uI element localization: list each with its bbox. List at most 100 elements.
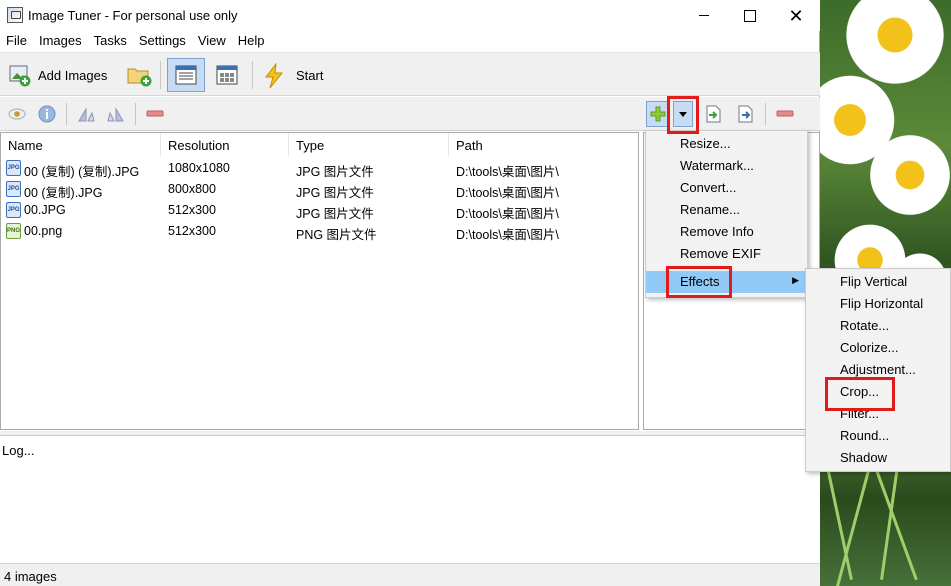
rotate-right-button[interactable] [106,104,126,124]
file-path: D:\tools\桌面\图片\ [456,207,559,221]
add-folder-icon [126,63,152,87]
menu-view[interactable]: View [192,31,232,51]
jpg-file-icon: JPG [6,181,21,197]
app-icon [7,7,23,23]
remove-task-button[interactable] [775,104,795,124]
eye-icon [8,108,26,120]
import-task-button[interactable] [703,104,723,124]
minus-icon [146,110,164,117]
menu-tasks[interactable]: Tasks [88,31,133,51]
file-name: 00 (复制).JPG [24,186,103,200]
menu-item-watermark[interactable]: Watermark... [646,155,807,177]
png-file-icon: PNG [6,223,21,239]
menu-item-resize[interactable]: Resize... [646,133,807,155]
image-count: 4 images [4,569,57,584]
menu-item-remove-exif[interactable]: Remove EXIF [646,243,807,265]
start-button[interactable]: Start [262,58,323,92]
file-path: D:\tools\桌面\图片\ [456,165,559,179]
menu-item-remove-info[interactable]: Remove Info [646,221,807,243]
menu-item-adjustment[interactable]: Adjustment... [806,359,950,381]
column-header-resolution[interactable]: Resolution [161,133,289,157]
add-folder-button[interactable] [126,58,152,92]
info-button[interactable] [37,104,57,124]
toolbar-separator [160,61,161,89]
menu-item-shadow[interactable]: Shadow [806,447,950,469]
menu-file[interactable]: File [0,31,33,51]
menu-item-effects-label: Effects [680,274,720,289]
file-name: 00.png [24,224,63,238]
menu-item-rename[interactable]: Rename... [646,199,807,221]
table-row[interactable]: JPG 00 (复制) (复制).JPG 1080x1080 JPG 图片文件 … [1,158,638,179]
table-row[interactable]: JPG 00 (复制).JPG 800x800 JPG 图片文件 D:\tool… [1,179,638,200]
column-header-path[interactable]: Path [449,133,638,157]
image-toolbar [0,97,820,131]
remove-image-button[interactable] [145,104,165,124]
daisy-flower [865,130,951,220]
menu-item-effects[interactable]: Effects ▶ [646,271,807,293]
menu-item-colorize[interactable]: Colorize... [806,337,950,359]
file-resolution: 512x300 [168,224,216,238]
list-view-toggle[interactable] [167,58,205,92]
menu-item-crop[interactable]: Crop... [806,381,950,403]
import-icon [706,105,721,123]
table-row[interactable]: PNG 00.png 512x300 PNG 图片文件 D:\tools\桌面\… [1,221,638,242]
add-task-menu: Resize... Watermark... Convert... Rename… [645,130,808,298]
preview-button[interactable] [7,104,27,124]
add-task-dropdown-button[interactable] [673,101,693,127]
menu-item-filter[interactable]: Filter... [806,403,950,425]
minimize-button[interactable] [681,0,727,31]
export-task-button[interactable] [735,104,755,124]
jpg-file-icon: JPG [6,160,21,176]
file-type: JPG 图片文件 [296,165,374,179]
window-title: Image Tuner - For personal use only [28,8,238,23]
thumbnail-view-toggle[interactable] [208,58,246,92]
title-bar: Image Tuner - For personal use only ✕ [0,0,820,31]
file-name: 00 (复制) (复制).JPG [24,165,140,179]
start-label: Start [296,67,324,83]
rotate-left-icon [78,107,95,122]
file-type: JPG 图片文件 [296,186,374,200]
main-toolbar: Add Images Start [0,52,820,96]
menu-item-round[interactable]: Round... [806,425,950,447]
lightning-icon [262,62,286,89]
menu-bar: File Images Tasks Settings View Help [0,31,820,51]
file-resolution: 800x800 [168,182,216,196]
log-text: Log... [2,443,35,458]
column-header-name[interactable]: Name [1,133,161,157]
image-file-list[interactable]: Name Resolution Type Path JPG 00 (复制) (复… [0,132,639,430]
toolbar-separator [765,103,766,125]
info-icon [38,105,56,123]
menu-help[interactable]: Help [232,31,271,51]
table-row[interactable]: JPG 00.JPG 512x300 JPG 图片文件 D:\tools\桌面\… [1,200,638,221]
close-button[interactable]: ✕ [773,0,819,31]
status-bar: 4 images [0,563,820,586]
column-header-type[interactable]: Type [289,133,449,157]
jpg-file-icon: JPG [6,202,21,218]
plus-icon [650,106,666,122]
menu-item-convert[interactable]: Convert... [646,177,807,199]
dropdown-arrow-icon [679,111,687,117]
menu-item-flip-horizontal[interactable]: Flip Horizontal [806,293,950,315]
submenu-arrow-icon: ▶ [792,275,799,285]
menu-item-rotate[interactable]: Rotate... [806,315,950,337]
add-task-button[interactable] [646,101,670,127]
file-name: 00.JPG [24,203,66,217]
menu-item-flip-vertical[interactable]: Flip Vertical [806,271,950,293]
toolbar-separator [135,103,136,125]
rotate-left-button[interactable] [76,104,96,124]
file-path: D:\tools\桌面\图片\ [456,186,559,200]
toolbar-separator [252,61,253,89]
add-images-icon [8,63,32,87]
rotate-right-icon [107,107,124,122]
add-images-button[interactable]: Add Images [8,58,107,92]
minus-icon [776,110,794,117]
close-icon: ✕ [788,5,804,26]
thumbnail-view-icon [216,65,238,85]
maximize-button[interactable] [727,0,773,31]
file-resolution: 512x300 [168,203,216,217]
menu-settings[interactable]: Settings [133,31,192,51]
effects-submenu: Flip Vertical Flip Horizontal Rotate... … [805,268,951,472]
menu-images[interactable]: Images [33,31,88,51]
file-type: PNG 图片文件 [296,228,377,242]
grass-blade [835,454,875,586]
